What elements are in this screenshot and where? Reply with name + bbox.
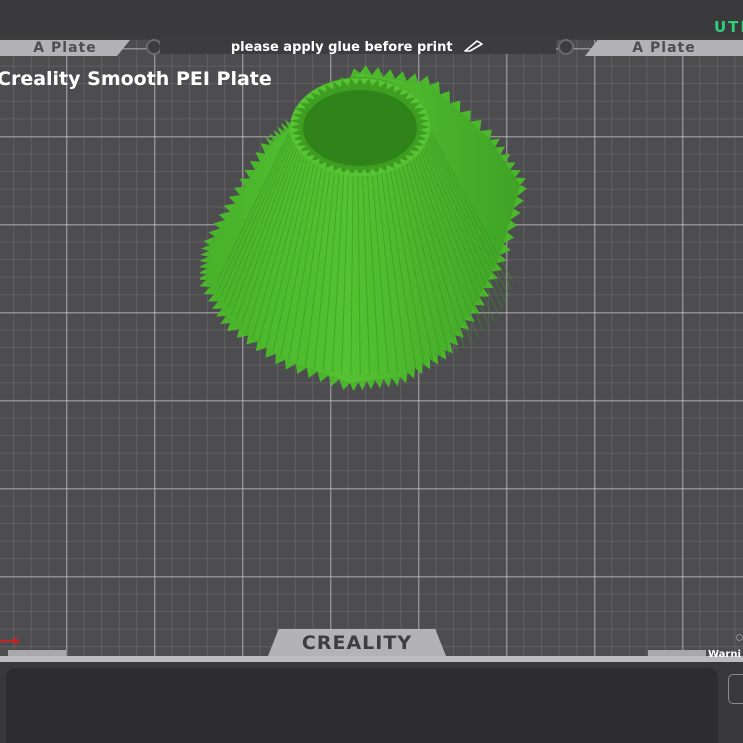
edit-icon[interactable] (463, 40, 485, 52)
vase-tooth (383, 378, 392, 388)
vase-tooth (200, 274, 207, 280)
vase-tooth (391, 377, 400, 387)
plate-tab-left: A Plate (0, 40, 130, 56)
notice-text: please apply glue before print (230, 40, 453, 55)
plate-notice: please apply glue before print (160, 40, 556, 54)
vase-tooth (350, 382, 359, 390)
plate-tab-right: A Plate (585, 40, 743, 56)
vase-tooth (200, 262, 208, 269)
x-axis-arrow-head (14, 637, 20, 645)
vase-tooth (366, 380, 375, 390)
corner-marker (736, 634, 743, 641)
side-button[interactable] (728, 674, 743, 704)
bottom-toolbar (6, 668, 718, 743)
vase-tooth (200, 268, 208, 275)
vase-tooth (375, 379, 384, 389)
vase-model[interactable] (200, 65, 530, 390)
vase-tooth (200, 245, 210, 251)
top-bar (0, 0, 743, 38)
vase-tooth (358, 381, 367, 390)
vase-tooth (200, 250, 210, 257)
brand-label: CREALITY (268, 629, 446, 656)
status-text: UTI (714, 18, 743, 36)
pin-icon (558, 39, 574, 55)
warning-label: Warni (708, 649, 741, 660)
vase-tooth (200, 256, 209, 263)
